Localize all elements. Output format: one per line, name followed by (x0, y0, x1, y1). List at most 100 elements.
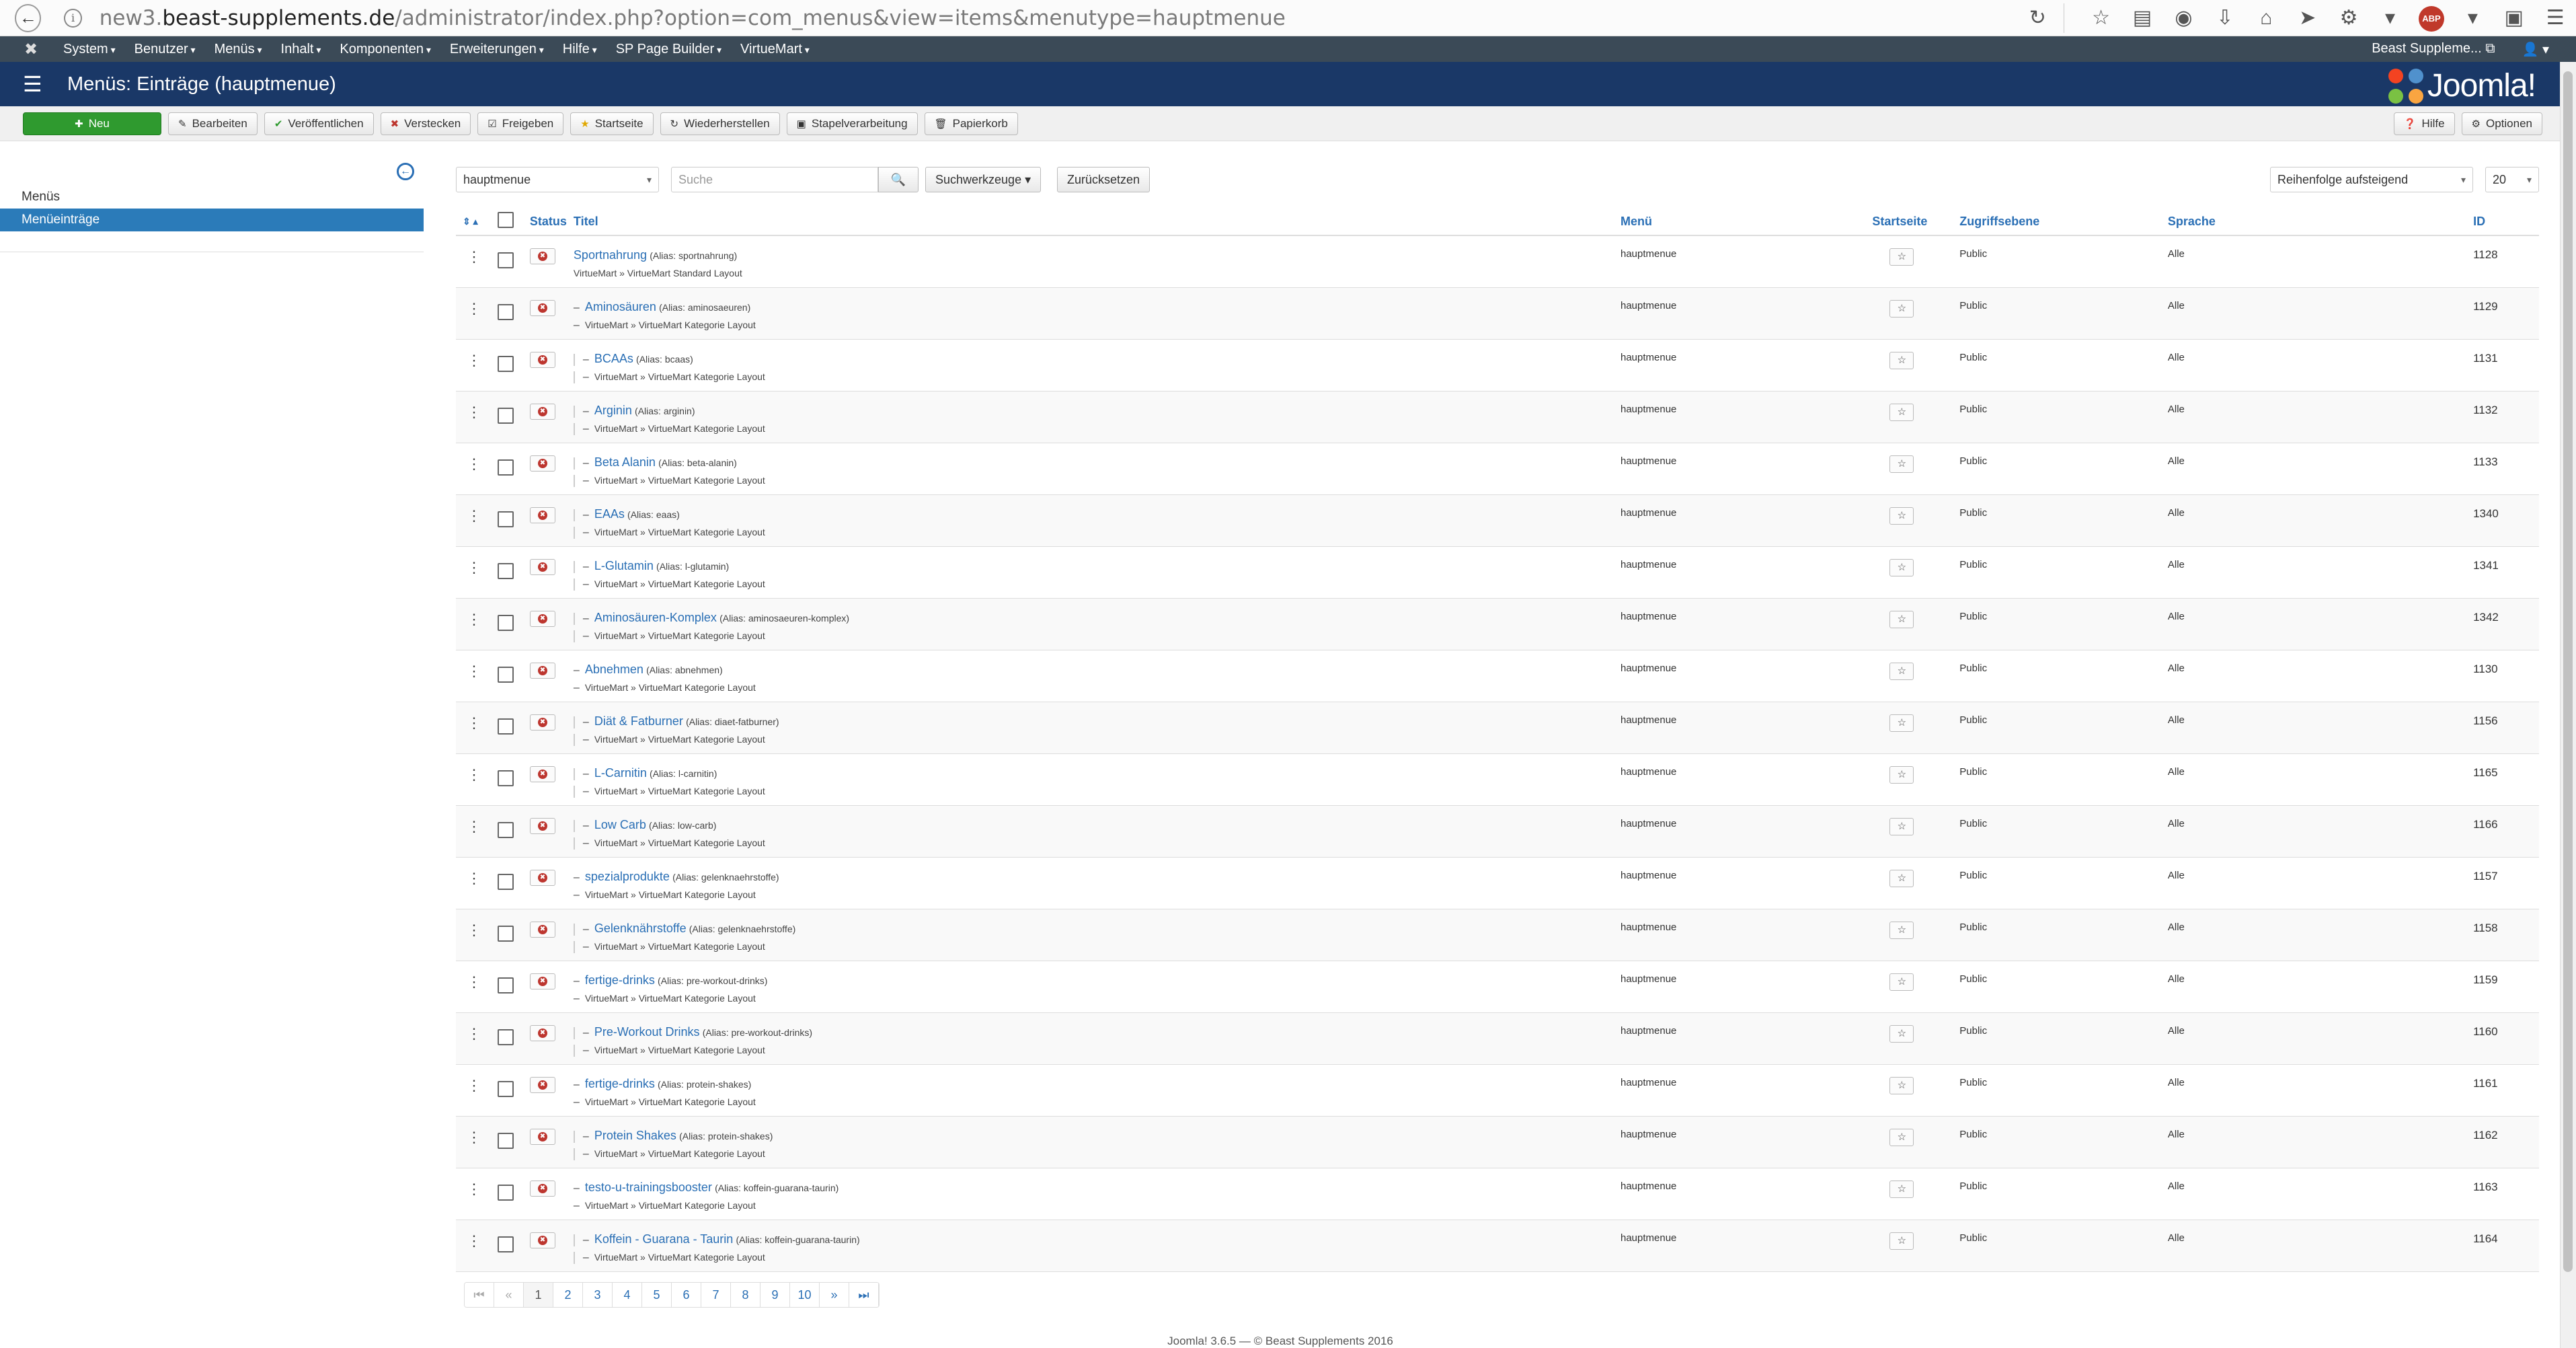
drag-handle-icon[interactable]: ⋮ (456, 766, 481, 783)
drag-handle-icon[interactable]: ⋮ (456, 973, 481, 990)
home-star-icon[interactable]: ☆ (1889, 403, 1914, 421)
language-header[interactable]: Sprache (2167, 209, 2474, 236)
nav-virtuemart[interactable]: VirtueMart (740, 42, 810, 57)
extension-icon[interactable]: ⚙ (2328, 6, 2369, 30)
pagination-page[interactable]: 1 (524, 1283, 553, 1307)
home-star-icon[interactable]: ☆ (1889, 1180, 1914, 1198)
home-star-icon[interactable]: ☆ (1889, 610, 1914, 628)
home-star-icon[interactable]: ☆ (1889, 1232, 1914, 1250)
home-star-icon[interactable]: ☆ (1889, 455, 1914, 473)
drag-handle-icon[interactable]: ⋮ (456, 663, 481, 679)
menu-select[interactable]: hauptmenue (456, 167, 659, 192)
row-checkbox[interactable] (497, 718, 514, 735)
drag-handle-icon[interactable]: ⋮ (456, 1129, 481, 1146)
unpublish-button[interactable]: ✖ Verstecken (380, 112, 471, 135)
pagination-page[interactable]: 6 (672, 1283, 701, 1307)
row-checkbox[interactable] (497, 873, 514, 890)
status-toggle[interactable]: ✖ (529, 1076, 555, 1093)
drag-handle-icon[interactable]: ⋮ (456, 1025, 481, 1042)
send-icon[interactable]: ➤ (2287, 6, 2328, 30)
status-toggle[interactable]: ✖ (529, 714, 555, 731)
status-toggle[interactable]: ✖ (529, 455, 555, 472)
access-header[interactable]: Zugriffsebene (1959, 209, 2168, 236)
row-checkbox[interactable] (497, 252, 514, 268)
pagination-page[interactable]: 2 (553, 1283, 583, 1307)
status-toggle[interactable]: ✖ (529, 610, 555, 627)
home-star-icon[interactable]: ☆ (1889, 921, 1914, 939)
row-checkbox[interactable] (497, 614, 514, 631)
nav-users[interactable]: Benutzer (134, 42, 196, 57)
nav-system[interactable]: System (63, 42, 116, 57)
pagination-prev[interactable]: « (494, 1283, 524, 1307)
drag-handle-icon[interactable]: ⋮ (456, 559, 481, 576)
sidebar-collapse-icon[interactable]: ← (397, 163, 414, 180)
sidebar-item-menu-items[interactable]: Menüeinträge (0, 209, 424, 231)
row-checkbox[interactable] (497, 355, 514, 372)
drag-handle-icon[interactable]: ⋮ (456, 352, 481, 369)
item-title-link[interactable]: fertige-drinks (585, 1077, 655, 1090)
status-header[interactable]: Status (529, 209, 567, 236)
drag-handle-icon[interactable]: ⋮ (456, 404, 481, 420)
status-toggle[interactable]: ✖ (529, 1232, 555, 1248)
joomla-logo-icon[interactable]: ✖ (17, 40, 44, 59)
batch-button[interactable]: ▣ Stapelverarbeitung (786, 112, 918, 135)
help-button[interactable]: ❓ Hilfe (2393, 112, 2455, 135)
drag-handle-icon[interactable]: ⋮ (456, 455, 481, 472)
row-checkbox[interactable] (497, 977, 514, 994)
drag-handle-icon[interactable]: ⋮ (456, 1232, 481, 1249)
sidebar-item-menus[interactable]: Menüs (0, 186, 424, 209)
drag-handle-icon[interactable]: ⋮ (456, 300, 481, 317)
row-checkbox[interactable] (497, 666, 514, 683)
drag-handle-icon[interactable]: ⋮ (456, 870, 481, 887)
row-checkbox[interactable] (497, 1080, 514, 1097)
item-title-link[interactable]: Sportnahrung (574, 248, 647, 262)
home-header[interactable]: Startseite (1872, 209, 1960, 236)
item-title-link[interactable]: L-Carnitin (594, 766, 647, 780)
id-header[interactable]: ID (2473, 209, 2539, 236)
site-link[interactable]: Beast Suppleme... ⧉ (2372, 41, 2495, 58)
edit-button[interactable]: ✎ Bearbeiten (168, 112, 258, 135)
hamburger-menu-icon[interactable]: ☰ (2535, 6, 2576, 30)
item-title-link[interactable]: Beta Alanin (594, 455, 656, 469)
nav-components[interactable]: Komponenten (340, 42, 430, 57)
home-star-icon[interactable]: ☆ (1889, 714, 1914, 732)
row-checkbox[interactable] (497, 1132, 514, 1149)
address-bar[interactable]: new3.beast-supplements.de/administrator/… (100, 6, 2029, 30)
menu-header[interactable]: Menü (1620, 209, 1873, 236)
row-checkbox[interactable] (497, 303, 514, 320)
reset-button[interactable]: Zurücksetzen (1057, 167, 1150, 192)
sort-order-header[interactable]: ⇕ ▴ (456, 209, 490, 236)
status-toggle[interactable]: ✖ (529, 403, 555, 420)
limit-select[interactable]: 20 (2485, 167, 2539, 192)
item-title-link[interactable]: spezialprodukte (585, 870, 670, 883)
pagination-page[interactable]: 10 (790, 1283, 820, 1307)
pagination-last[interactable]: ⏭ (849, 1283, 879, 1307)
item-title-link[interactable]: L-Glutamin (594, 559, 654, 572)
status-toggle[interactable]: ✖ (529, 558, 555, 575)
home-star-icon[interactable]: ☆ (1889, 869, 1914, 887)
adblock-icon[interactable]: ABP (2411, 4, 2452, 32)
status-toggle[interactable]: ✖ (529, 299, 555, 316)
row-checkbox[interactable] (497, 511, 514, 527)
chevron-down-icon[interactable]: ▾ (2452, 6, 2493, 30)
status-toggle[interactable]: ✖ (529, 1128, 555, 1145)
page-scrollbar[interactable] (2560, 62, 2576, 1348)
search-input[interactable]: Suche (671, 167, 878, 192)
drag-handle-icon[interactable]: ⋮ (456, 922, 481, 938)
home-star-icon[interactable]: ☆ (1889, 662, 1914, 680)
status-toggle[interactable]: ✖ (529, 921, 555, 938)
reading-list-icon[interactable]: ▤ (2121, 6, 2162, 30)
status-toggle[interactable]: ✖ (529, 507, 555, 523)
status-toggle[interactable]: ✖ (529, 869, 555, 886)
nav-content[interactable]: Inhalt (281, 42, 321, 57)
status-toggle[interactable]: ✖ (529, 351, 555, 368)
home-button[interactable]: ★ Startseite (570, 112, 654, 135)
home-star-icon[interactable]: ☆ (1889, 299, 1914, 317)
user-menu[interactable]: 👤 ▾ (2522, 41, 2549, 58)
home-star-icon[interactable]: ☆ (1889, 248, 1914, 266)
home-star-icon[interactable]: ☆ (1889, 817, 1914, 835)
item-title-link[interactable]: Koffein - Guarana - Taurin (594, 1232, 733, 1246)
status-toggle[interactable]: ✖ (529, 248, 555, 264)
home-star-icon[interactable]: ☆ (1889, 1128, 1914, 1146)
ordering-select[interactable]: Reihenfolge aufsteigend (2270, 167, 2473, 192)
